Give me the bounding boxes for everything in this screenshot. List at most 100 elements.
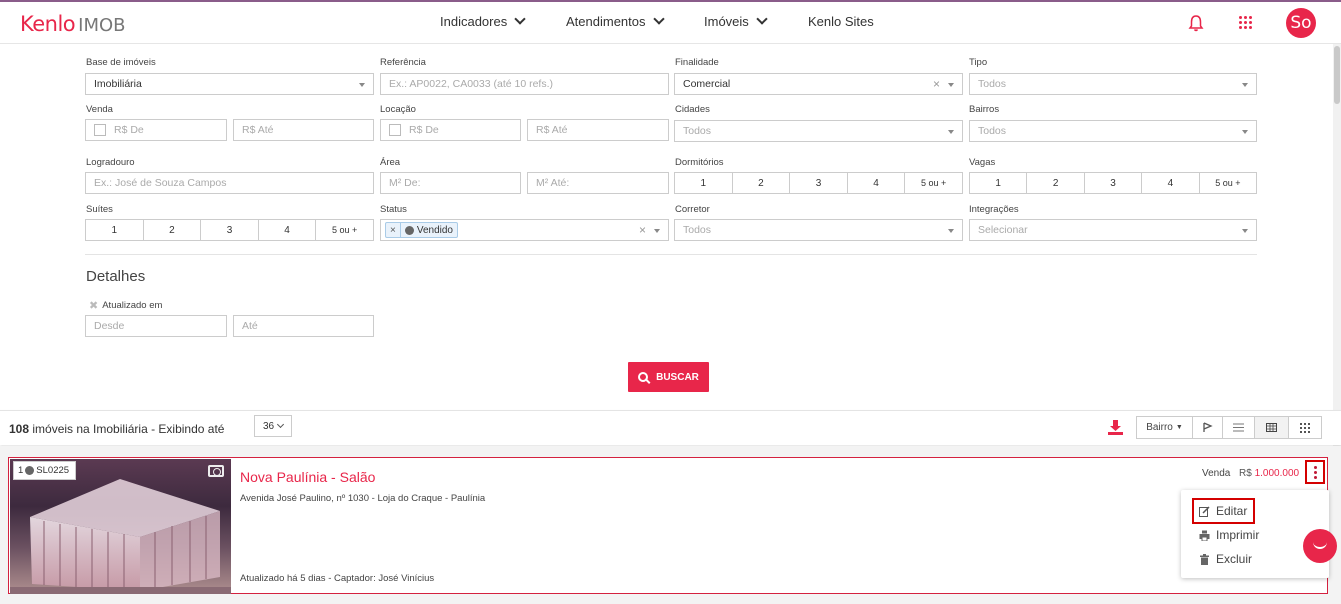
clear-icon[interactable]: × bbox=[933, 77, 940, 91]
grid-icon bbox=[1300, 422, 1310, 433]
venda-ate-input[interactable]: R$ Até bbox=[233, 119, 374, 141]
chevron-down-icon bbox=[277, 420, 285, 429]
vagas-option[interactable]: 4 bbox=[1142, 173, 1200, 193]
locacao-de-placeholder: R$ De bbox=[409, 124, 439, 136]
atualizado-label: ✖ Atualizado em bbox=[89, 299, 162, 312]
edit-icon bbox=[1199, 505, 1210, 517]
per-page-value: 36 bbox=[262, 420, 275, 432]
venda-checkbox[interactable] bbox=[94, 124, 106, 136]
vagas-label: Vagas bbox=[969, 157, 996, 168]
nav-kenlo-sites[interactable]: Kenlo Sites bbox=[808, 14, 874, 29]
dormitorios-option[interactable]: 1 bbox=[675, 173, 733, 193]
area-label: Área bbox=[380, 157, 401, 168]
caret-down-icon bbox=[359, 83, 365, 87]
locacao-de-input[interactable]: R$ De bbox=[380, 119, 521, 141]
logradouro-input[interactable]: Ex.: José de Souza Campos bbox=[85, 172, 374, 194]
suites-selector: 12345 ou + bbox=[85, 219, 374, 241]
vagas-option[interactable]: 1 bbox=[970, 173, 1028, 193]
bell-icon[interactable] bbox=[1188, 14, 1204, 32]
base-select[interactable]: Imobiliária bbox=[85, 73, 374, 95]
grid-view-button[interactable] bbox=[1288, 416, 1322, 439]
listing-title[interactable]: Nova Paulínia - Salão bbox=[240, 469, 375, 485]
integracoes-select[interactable]: Selecionar bbox=[969, 219, 1257, 241]
scrollbar-thumb[interactable] bbox=[1334, 46, 1340, 104]
avatar[interactable]: So bbox=[1286, 8, 1316, 38]
dormitorios-option[interactable]: 5 ou + bbox=[905, 173, 962, 193]
status-dot-icon bbox=[404, 225, 414, 235]
chat-smile-icon bbox=[1313, 542, 1327, 549]
table-icon bbox=[1266, 423, 1277, 432]
venda-de-input[interactable]: R$ De bbox=[85, 119, 227, 141]
atualizado-text: Atualizado em bbox=[102, 300, 163, 311]
suites-option[interactable]: 4 bbox=[259, 220, 317, 240]
status-label: Status bbox=[380, 204, 407, 215]
print-icon bbox=[1199, 530, 1210, 541]
map-view-button[interactable] bbox=[1192, 416, 1223, 439]
list-icon bbox=[1233, 423, 1244, 432]
base-label: Base de imóveis bbox=[86, 57, 156, 68]
menu-edit-label: Editar bbox=[1216, 504, 1248, 518]
results-number: 108 bbox=[9, 422, 30, 436]
list-view-button[interactable] bbox=[1222, 416, 1255, 439]
menu-delete[interactable]: Excluir bbox=[1199, 552, 1252, 566]
bairros-select[interactable]: Todos bbox=[969, 120, 1257, 142]
tipo-select[interactable]: Todos bbox=[969, 73, 1257, 95]
area-de-input[interactable]: M² De: bbox=[380, 172, 521, 194]
dormitorios-option[interactable]: 4 bbox=[848, 173, 906, 193]
locacao-checkbox[interactable] bbox=[389, 124, 401, 136]
detalhes-title: Detalhes bbox=[86, 268, 146, 285]
nav-atendimentos[interactable]: Atendimentos bbox=[566, 13, 665, 29]
app-logo[interactable]: Kenlo IMOB bbox=[20, 12, 126, 36]
camera-icon[interactable] bbox=[208, 465, 224, 477]
app-header: Kenlo IMOB Indicadores Atendimentos Imóv… bbox=[0, 2, 1341, 44]
suites-option[interactable]: 1 bbox=[86, 220, 144, 240]
listing-footer: Atualizado há 5 dias - Captador: José Vi… bbox=[240, 573, 435, 584]
caret-down-icon bbox=[1242, 130, 1248, 134]
listing-address: Avenida José Paulino, nº 1030 - Loja do … bbox=[240, 493, 486, 504]
locacao-ate-input[interactable]: R$ Até bbox=[527, 119, 669, 141]
ate-input[interactable]: Até bbox=[233, 315, 374, 337]
corretor-select[interactable]: Todos bbox=[674, 219, 963, 241]
search-icon bbox=[638, 372, 649, 382]
more-options-icon[interactable] bbox=[1305, 460, 1325, 484]
sort-dropdown[interactable]: Bairro ▼ bbox=[1136, 416, 1193, 439]
results-count: 108 imóveis na Imobiliária - Exibindo at… bbox=[9, 422, 224, 436]
table-view-button[interactable] bbox=[1254, 416, 1289, 439]
price-value: 1.000.000 bbox=[1254, 468, 1300, 479]
apps-grid-icon[interactable] bbox=[1239, 16, 1252, 29]
area-ate-input[interactable]: M² Até: bbox=[527, 172, 669, 194]
clear-icon[interactable]: × bbox=[639, 223, 646, 237]
status-select[interactable]: × Vendido × bbox=[380, 219, 669, 241]
search-button-label: BUSCAR bbox=[656, 371, 699, 383]
search-button[interactable]: BUSCAR bbox=[628, 362, 709, 392]
suites-option[interactable]: 5 ou + bbox=[316, 220, 373, 240]
nav-indicadores[interactable]: Indicadores bbox=[440, 13, 526, 29]
per-page-select[interactable]: 36 bbox=[254, 415, 292, 437]
suites-option[interactable]: 2 bbox=[144, 220, 202, 240]
menu-print[interactable]: Imprimir bbox=[1199, 528, 1259, 542]
remove-tag-icon[interactable]: × bbox=[386, 223, 401, 237]
property-photo[interactable]: 1 SL0225 bbox=[10, 459, 231, 594]
finalidade-select[interactable]: Comercial × bbox=[674, 73, 963, 95]
corretor-value: Todos bbox=[683, 224, 712, 236]
cidades-select[interactable]: Todos bbox=[674, 120, 963, 142]
vagas-option[interactable]: 3 bbox=[1085, 173, 1143, 193]
listing-card[interactable]: 1 SL0225 Nova Paulínia - Salão Avenida Jo… bbox=[8, 457, 1328, 594]
remove-filter-icon[interactable]: ✖ bbox=[89, 299, 98, 312]
desde-input[interactable]: Desde bbox=[85, 315, 227, 337]
vagas-option[interactable]: 2 bbox=[1027, 173, 1085, 193]
vagas-selector: 12345 ou + bbox=[969, 172, 1257, 194]
chat-button[interactable] bbox=[1303, 529, 1337, 563]
venda-label: Venda bbox=[86, 104, 113, 115]
dormitorios-option[interactable]: 2 bbox=[733, 173, 791, 193]
vagas-option[interactable]: 5 ou + bbox=[1200, 173, 1256, 193]
suites-option[interactable]: 3 bbox=[201, 220, 259, 240]
caret-down-icon bbox=[654, 229, 660, 233]
download-icon[interactable] bbox=[1107, 419, 1124, 436]
menu-edit[interactable]: Editar bbox=[1199, 504, 1247, 518]
nav-imoveis[interactable]: Imóveis bbox=[704, 13, 768, 29]
caret-down-icon bbox=[948, 229, 954, 233]
property-code: SL0225 bbox=[36, 465, 70, 476]
dormitorios-option[interactable]: 3 bbox=[790, 173, 848, 193]
ref-input[interactable]: Ex.: AP0022, CA0033 (até 10 refs.) bbox=[380, 73, 669, 95]
